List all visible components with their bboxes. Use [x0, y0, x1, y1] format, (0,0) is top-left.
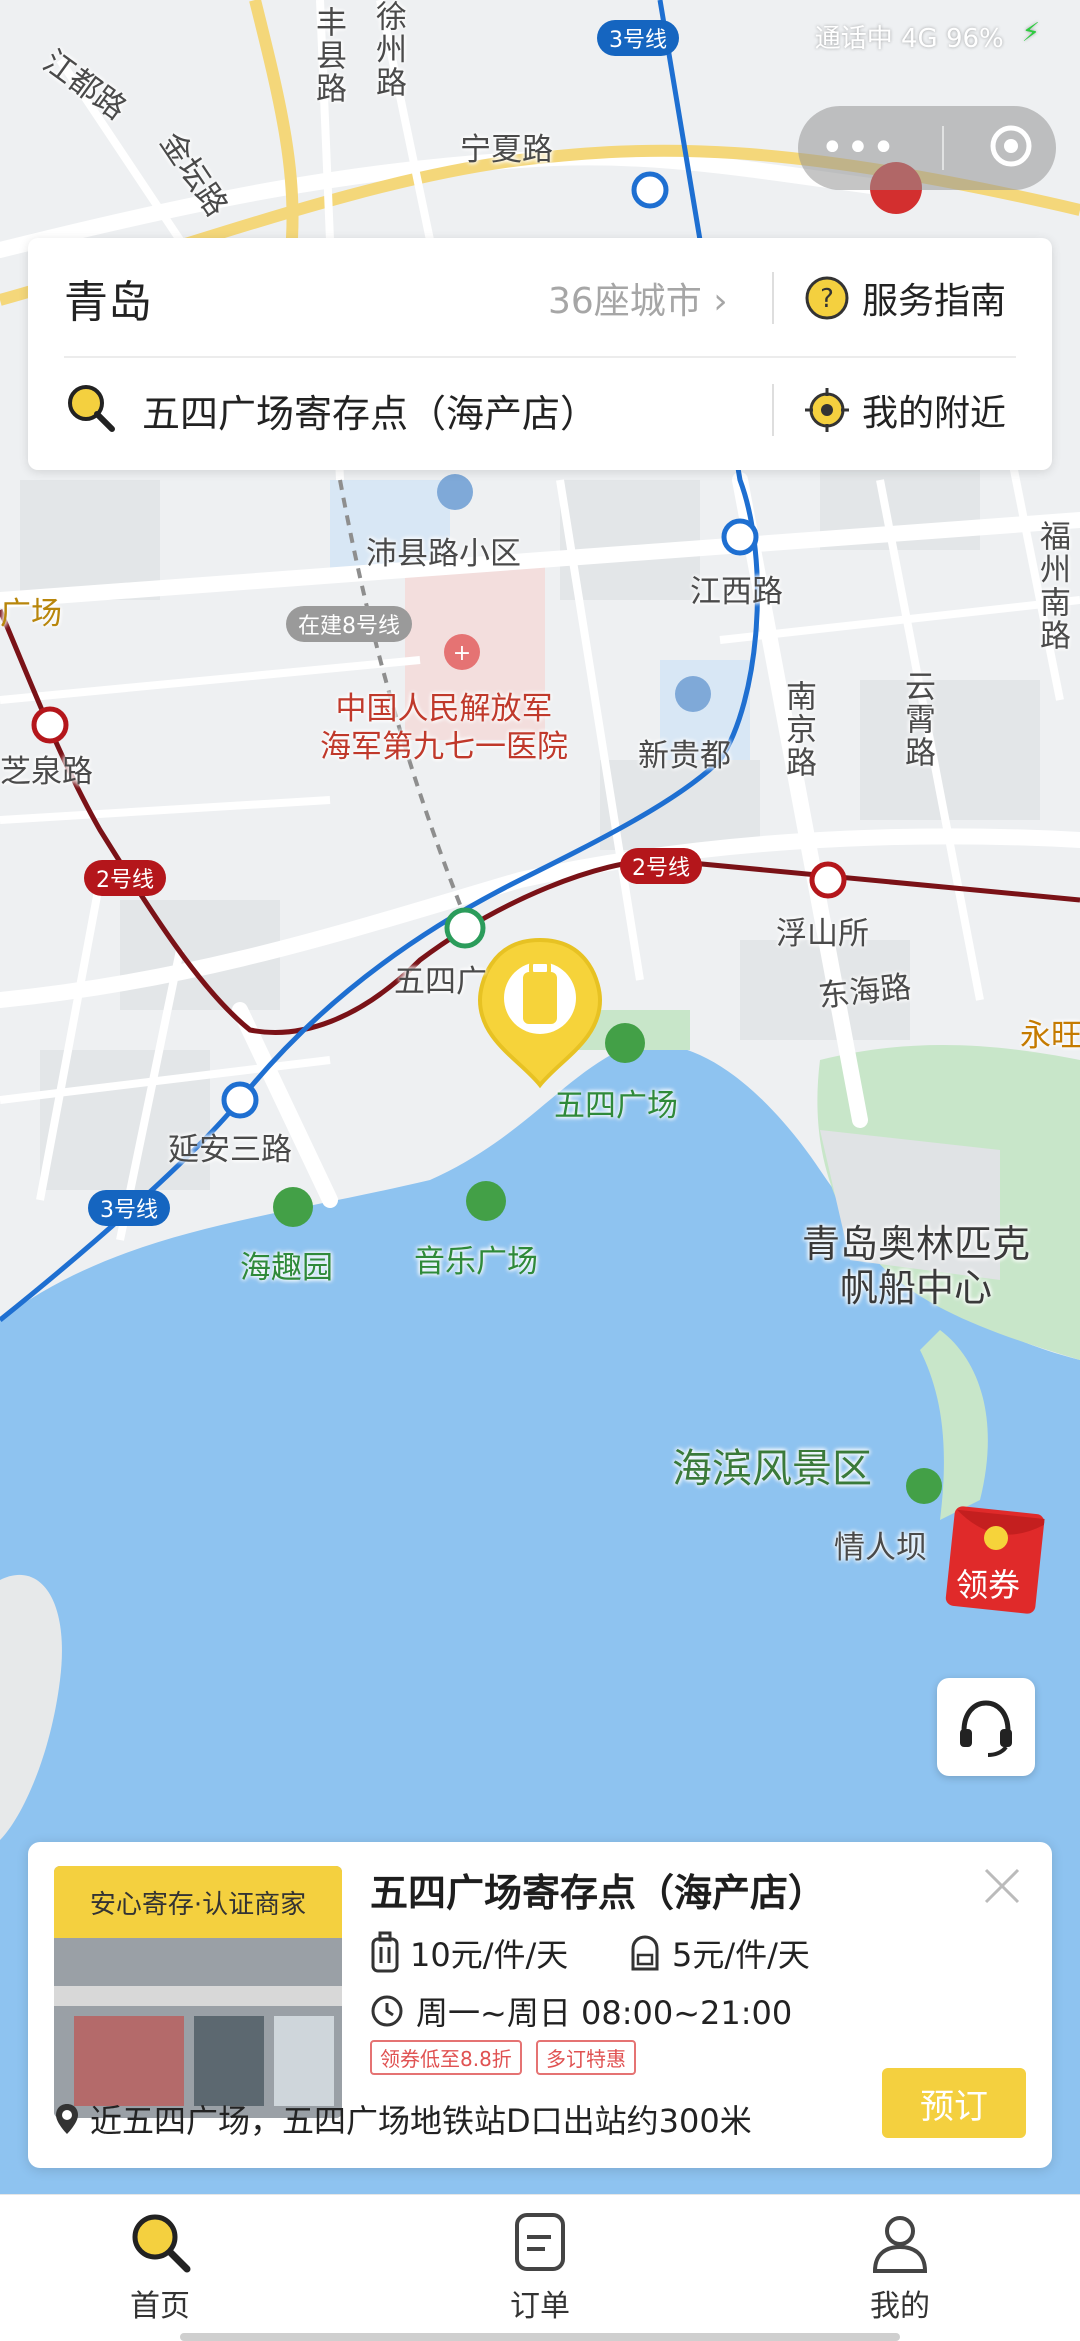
search-input[interactable]: 五四广场寄存点（海产店）	[142, 383, 598, 438]
certified-badge: 安心寄存·认证商家	[54, 1866, 342, 1938]
more-icon[interactable]: •••	[821, 125, 898, 171]
metro-line-tag: 在建8号线	[286, 606, 412, 642]
clock-icon	[371, 1995, 403, 2027]
status-bar: 通话中 4G 96% ⚡	[650, 18, 1040, 54]
address-label: 近五四广场，五四广场地铁站D口出站约300米	[90, 2102, 752, 2140]
coupon-label: 领券	[956, 1566, 1021, 1604]
help-icon: ?	[805, 276, 849, 320]
service-guide-label: 服务指南	[862, 281, 1007, 322]
opening-hours: 周一~周日 08:00~21:00	[370, 1988, 792, 2034]
tab-orders-label: 订单	[510, 2289, 570, 2324]
store-card[interactable]: 安心寄存·认证商家 五四广场寄存点（海产店） 10元/件/天 5元/件/天 周一…	[28, 1842, 1052, 2168]
hours-label: 周一~周日 08:00~21:00	[416, 1994, 793, 2032]
locate-icon	[805, 388, 849, 432]
station-label: 江西路	[690, 574, 783, 610]
search-row: 五四广场寄存点（海产店） 我的附近	[28, 354, 1052, 466]
bag-price-label: 5元/件/天	[672, 1936, 810, 1974]
tab-orders[interactable]: 订单	[460, 2209, 620, 2325]
park-label: 音乐广场	[414, 1244, 538, 1280]
metro-line-tag: 3号线	[88, 1190, 170, 1226]
service-guide-button[interactable]: ? 服务指南	[804, 272, 1006, 324]
station-label: 五四广	[394, 964, 487, 1000]
store-photo: 安心寄存·认证商家	[54, 1866, 342, 2118]
divider	[772, 384, 774, 436]
area-label: 海滨风景区	[672, 1446, 872, 1492]
poi-label: 沛县路小区	[366, 536, 521, 572]
road-label: 福州南路	[1034, 520, 1070, 652]
city-count-link[interactable]: 36座城市 ›	[548, 272, 728, 324]
tab-me-label: 我的	[870, 2289, 930, 2324]
poi-label: 广场	[0, 596, 62, 632]
luggage-price: 10元/件/天	[370, 1930, 568, 1976]
search-icon	[64, 381, 118, 439]
user-icon	[872, 2216, 928, 2273]
chevron-right-icon: ›	[713, 281, 728, 322]
road-label: 宁夏路	[460, 132, 553, 168]
svg-text:?: ?	[820, 284, 834, 314]
poi-label: 永旺	[1020, 1018, 1080, 1054]
book-button[interactable]: 预订	[882, 2068, 1026, 2138]
headset-icon	[960, 1700, 1012, 1757]
miniprogram-capsule[interactable]: •••	[798, 106, 1056, 190]
tab-home-label: 首页	[130, 2289, 190, 2324]
store-address: 近五四广场，五四广场地铁站D口出站约300米	[54, 2096, 752, 2142]
station-label: 延安三路	[168, 1132, 292, 1168]
metro-line-tag: 2号线	[620, 848, 702, 884]
nearby-label: 我的附近	[862, 393, 1007, 434]
bolt-icon: ⚡	[1021, 18, 1040, 48]
tab-me[interactable]: 我的	[820, 2209, 980, 2325]
city-count-label: 36座城市	[548, 281, 702, 322]
road-label: 南京路	[780, 680, 816, 779]
station-label: 芝泉路	[0, 754, 93, 790]
order-list-icon	[515, 2213, 565, 2271]
park-label: 五四广场	[554, 1088, 678, 1124]
divider	[772, 272, 774, 324]
close-icon[interactable]	[982, 1866, 1022, 1906]
svg-text:+: +	[453, 641, 471, 666]
capsule-divider	[942, 126, 945, 170]
coupon-button[interactable]: 领券	[944, 1500, 1056, 1620]
bag-price: 5元/件/天	[628, 1930, 810, 1976]
station-label: 浮山所	[776, 916, 869, 952]
suitcase-icon	[371, 1931, 399, 1973]
hospital-label: 中国人民解放军 海军第九七一医院	[320, 691, 568, 765]
nearby-button[interactable]: 我的附近	[804, 384, 1006, 436]
tab-home[interactable]: 首页	[80, 2209, 240, 2325]
road-label: 丰县路	[310, 6, 346, 105]
bottom-nav: 首页 订单 我的	[0, 2194, 1080, 2341]
search-icon	[132, 2214, 191, 2273]
poi-label: 情人坝	[834, 1530, 927, 1566]
city-selector[interactable]: 青岛	[64, 266, 152, 330]
customer-service-button[interactable]	[937, 1678, 1035, 1776]
store-title: 五四广场寄存点（海产店）	[370, 1871, 827, 1915]
close-circle-icon[interactable]	[989, 124, 1033, 172]
road-label: 徐州路	[370, 0, 406, 99]
status-text: 通话中 4G 96%	[814, 24, 1004, 54]
discount-tag: 领券低至8.8折	[370, 2040, 522, 2075]
road-label: 云霄路	[899, 670, 935, 769]
poi-label: 新贵都	[638, 738, 731, 774]
search-card: 青岛 36座城市 › ? 服务指南 五四广场寄存点（海产店） 我的附近	[28, 238, 1052, 470]
city-row: 青岛 36座城市 › ? 服务指南	[28, 242, 1052, 354]
promo-tag: 多订特惠	[536, 2040, 636, 2075]
poi-label: 青岛奥林匹克 帆船中心	[802, 1222, 1031, 1310]
backpack-icon	[631, 1935, 659, 1971]
park-label: 海趣园	[240, 1250, 333, 1286]
metro-line-tag: 2号线	[84, 860, 166, 896]
luggage-price-label: 10元/件/天	[410, 1936, 569, 1974]
location-pin-icon	[56, 2104, 78, 2134]
